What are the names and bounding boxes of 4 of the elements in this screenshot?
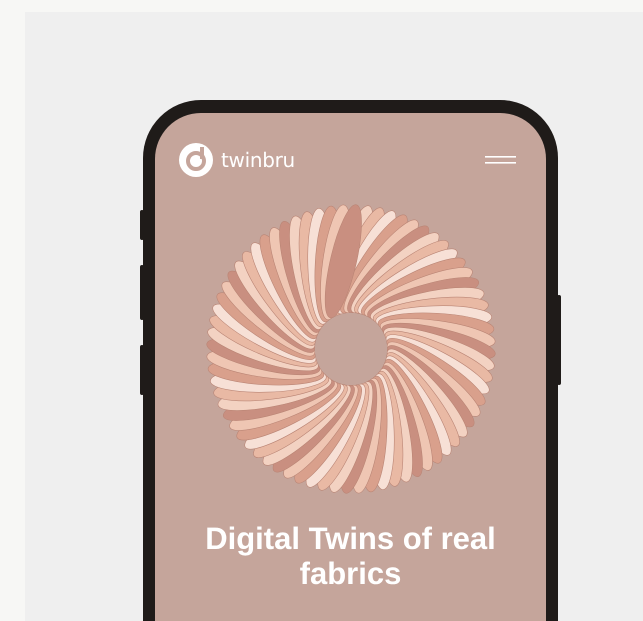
headline: Digital Twins of real fabrics [204,521,497,591]
menu-icon[interactable] [485,155,516,165]
brand-name: twinbru [221,148,295,172]
logo-icon [179,143,213,177]
